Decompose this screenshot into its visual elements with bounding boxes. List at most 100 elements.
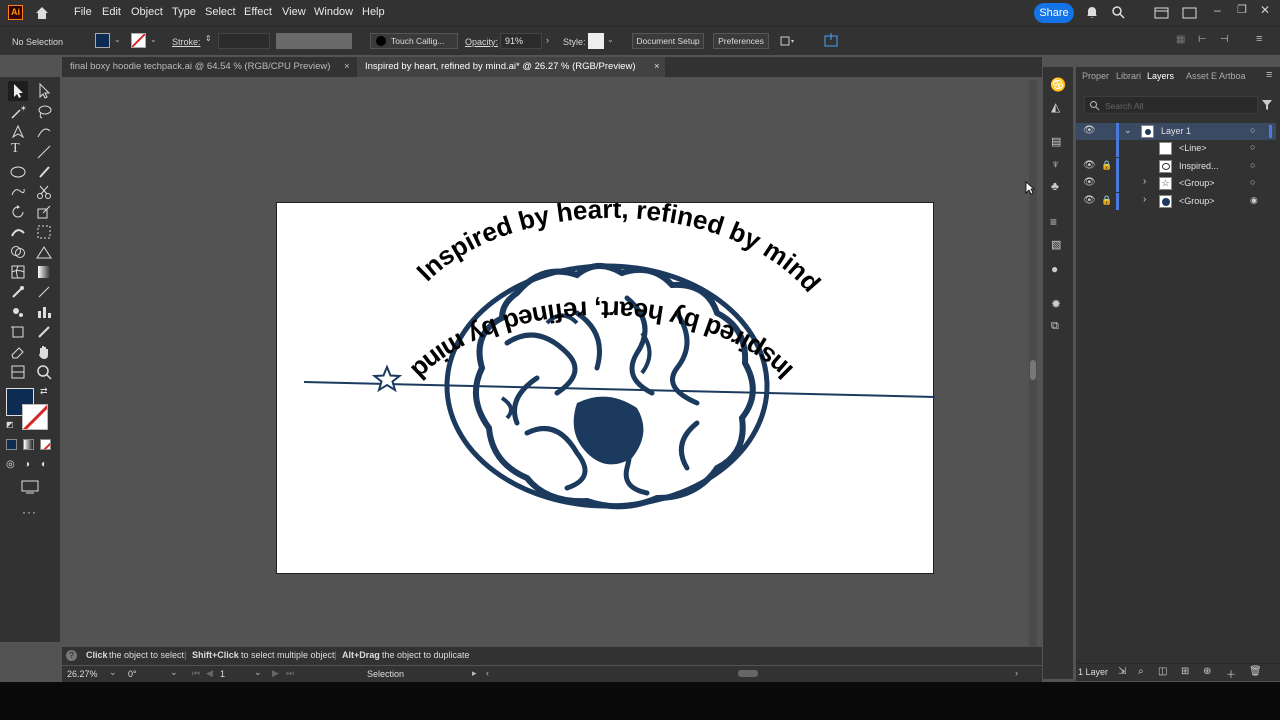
pen-tool[interactable] — [9, 123, 27, 141]
document-setup-button[interactable]: Document Setup — [632, 33, 704, 49]
shape-builder-tool[interactable] — [9, 243, 27, 261]
swatches-icon[interactable]: ▤ — [1051, 135, 1061, 148]
draw-inside-icon[interactable]: ◐ — [41, 459, 47, 470]
close-icon[interactable]: × — [344, 57, 350, 77]
symbols-icon[interactable]: ♣ — [1051, 179, 1059, 193]
target-circle-icon[interactable]: ○ — [1250, 160, 1255, 170]
chevron-right-icon[interactable]: › — [1143, 176, 1146, 187]
chevron-right-icon[interactable]: › — [546, 35, 549, 45]
direct-selection-tool[interactable] — [35, 82, 53, 100]
selection-tool[interactable] — [8, 81, 28, 101]
print-tiling-tool[interactable] — [9, 363, 27, 381]
chevron-down-icon[interactable]: ⌄ — [150, 35, 157, 44]
graphic-styles-icon[interactable]: ⧉ — [1051, 320, 1059, 333]
layer-row-layer1[interactable]: 👁 ⌄ Layer 1 ○ — [1076, 123, 1276, 140]
target-circle-icon[interactable]: ○ — [1250, 125, 1255, 135]
eye-icon[interactable]: 👁 — [1083, 160, 1096, 171]
target-circle-icon[interactable]: ○ — [1250, 177, 1255, 187]
help-icon[interactable]: ? — [66, 650, 77, 661]
new-sublayer-icon[interactable]: ⊞ — [1181, 666, 1189, 677]
clipping-mask-icon[interactable]: ◫ — [1158, 666, 1167, 677]
layer-row-inspired[interactable]: 👁 🔒 Inspired... ○ — [1076, 158, 1276, 175]
artboard[interactable]: Inspired by heart, refined by mind Inspi… — [276, 194, 936, 574]
trash-icon[interactable]: 🗑 — [1249, 666, 1262, 677]
close-icon[interactable]: ✕ — [1260, 3, 1270, 17]
tab-layers[interactable]: Layers — [1147, 71, 1174, 81]
gradient-tool[interactable] — [35, 263, 53, 281]
lock-icon[interactable]: 🔒 — [1101, 195, 1112, 206]
layer-row-group-star[interactable]: 👁 › ☆ <Group> ○ — [1076, 175, 1276, 192]
free-transform-tool[interactable] — [35, 223, 53, 241]
more-tools-icon[interactable]: ··· — [22, 505, 37, 519]
paintbrush-tool[interactable] — [35, 163, 53, 181]
artboard-number[interactable]: 1 — [220, 669, 225, 679]
variable-width-profile[interactable] — [276, 33, 352, 49]
gradient-panel-icon[interactable]: ▧ — [1051, 238, 1061, 251]
lock-icon[interactable]: 🔒 — [1101, 160, 1112, 171]
restore-icon[interactable]: ❐ — [1237, 3, 1247, 16]
status-arrow-icon[interactable]: ▸ — [472, 668, 477, 679]
menu-file[interactable]: File — [74, 6, 92, 18]
share-button[interactable]: Share — [1034, 3, 1074, 23]
eyedropper-tool[interactable] — [9, 283, 27, 301]
color-mode-icon[interactable] — [6, 439, 17, 450]
chevron-down-icon[interactable]: ⌄ — [109, 667, 117, 678]
opacity-label[interactable]: Opacity: — [465, 37, 498, 47]
search-icon[interactable] — [1111, 5, 1125, 19]
stroke-color-box[interactable] — [22, 404, 48, 430]
home-icon[interactable] — [34, 5, 50, 21]
scale-tool[interactable] — [35, 203, 53, 221]
minimize-icon[interactable]: – — [1214, 3, 1221, 17]
none-mode-icon[interactable] — [40, 439, 51, 450]
close-icon[interactable]: × — [654, 57, 660, 77]
target-circle-icon[interactable]: ○ — [1250, 142, 1255, 152]
tab-asset-export[interactable]: Asset E — [1186, 71, 1217, 81]
stroke-label[interactable]: Stroke: — [172, 37, 201, 47]
menu-edit[interactable]: Edit — [102, 6, 121, 18]
layer-name[interactable]: Inspired... — [1179, 161, 1219, 171]
fill-swatch[interactable] — [95, 33, 110, 48]
chevron-right-icon[interactable]: › — [1143, 194, 1146, 205]
tab-properties[interactable]: Proper — [1082, 71, 1109, 81]
hand-icon[interactable] — [35, 343, 53, 361]
eye-icon[interactable]: 👁 — [1083, 195, 1096, 206]
menu-object[interactable]: Object — [131, 6, 163, 18]
stroke-panel-icon[interactable]: ≡ — [1050, 215, 1057, 229]
new-layer-icon[interactable]: ⊕ — [1203, 666, 1211, 677]
lasso-tool[interactable] — [35, 103, 53, 121]
scroll-right-icon[interactable]: › — [1015, 668, 1018, 678]
appearance-icon[interactable]: ✹ — [1051, 297, 1061, 311]
tab-artboards[interactable]: Artboa — [1219, 71, 1246, 81]
curvature-tool[interactable] — [35, 123, 53, 141]
brush-definition[interactable]: Touch Callig... — [370, 33, 458, 49]
style-swatch[interactable] — [588, 33, 604, 49]
screen-mode-icon[interactable] — [20, 479, 40, 495]
opacity-field[interactable]: 91% — [500, 33, 542, 49]
horizontal-scroll-thumb[interactable] — [738, 670, 758, 677]
layer-name[interactable]: <Group> — [1179, 196, 1215, 206]
chevron-down-icon[interactable]: ⌄ — [114, 35, 121, 44]
menu-effect[interactable]: Effect — [244, 6, 272, 18]
tab-techpack[interactable]: final boxy hoodie techpack.ai @ 64.54 % … — [62, 57, 354, 77]
line-tool[interactable] — [35, 143, 53, 161]
layer-name[interactable]: Layer 1 — [1161, 126, 1191, 136]
new-layer-plus-icon[interactable]: ＋ — [1226, 666, 1236, 681]
transparency-icon[interactable]: ● — [1051, 262, 1058, 276]
chevron-down-icon[interactable]: ⌄ — [607, 35, 614, 44]
first-artboard-icon[interactable]: ⏮ — [192, 668, 200, 679]
default-colors-icon[interactable]: ◩ — [6, 420, 14, 429]
last-artboard-icon[interactable]: ⏭ — [286, 668, 294, 679]
stroke-stepper[interactable]: ⇕ — [205, 34, 212, 43]
measure-tool[interactable] — [35, 283, 53, 301]
chevron-down-icon[interactable]: ⌄ — [254, 667, 262, 678]
eraser-tool[interactable] — [9, 343, 27, 361]
filter-icon[interactable] — [1261, 99, 1273, 111]
arrange-icon[interactable] — [779, 34, 795, 48]
locate-object-icon[interactable]: ⌕ — [1138, 666, 1144, 677]
magic-wand-tool[interactable]: ✶ — [9, 103, 27, 121]
menu-view[interactable]: View — [282, 6, 306, 18]
eye-icon[interactable]: 👁 — [1083, 177, 1096, 188]
rotation-value[interactable]: 0° — [128, 669, 137, 679]
next-artboard-icon[interactable]: ▶ — [272, 668, 279, 679]
bell-icon[interactable] — [1085, 5, 1099, 19]
